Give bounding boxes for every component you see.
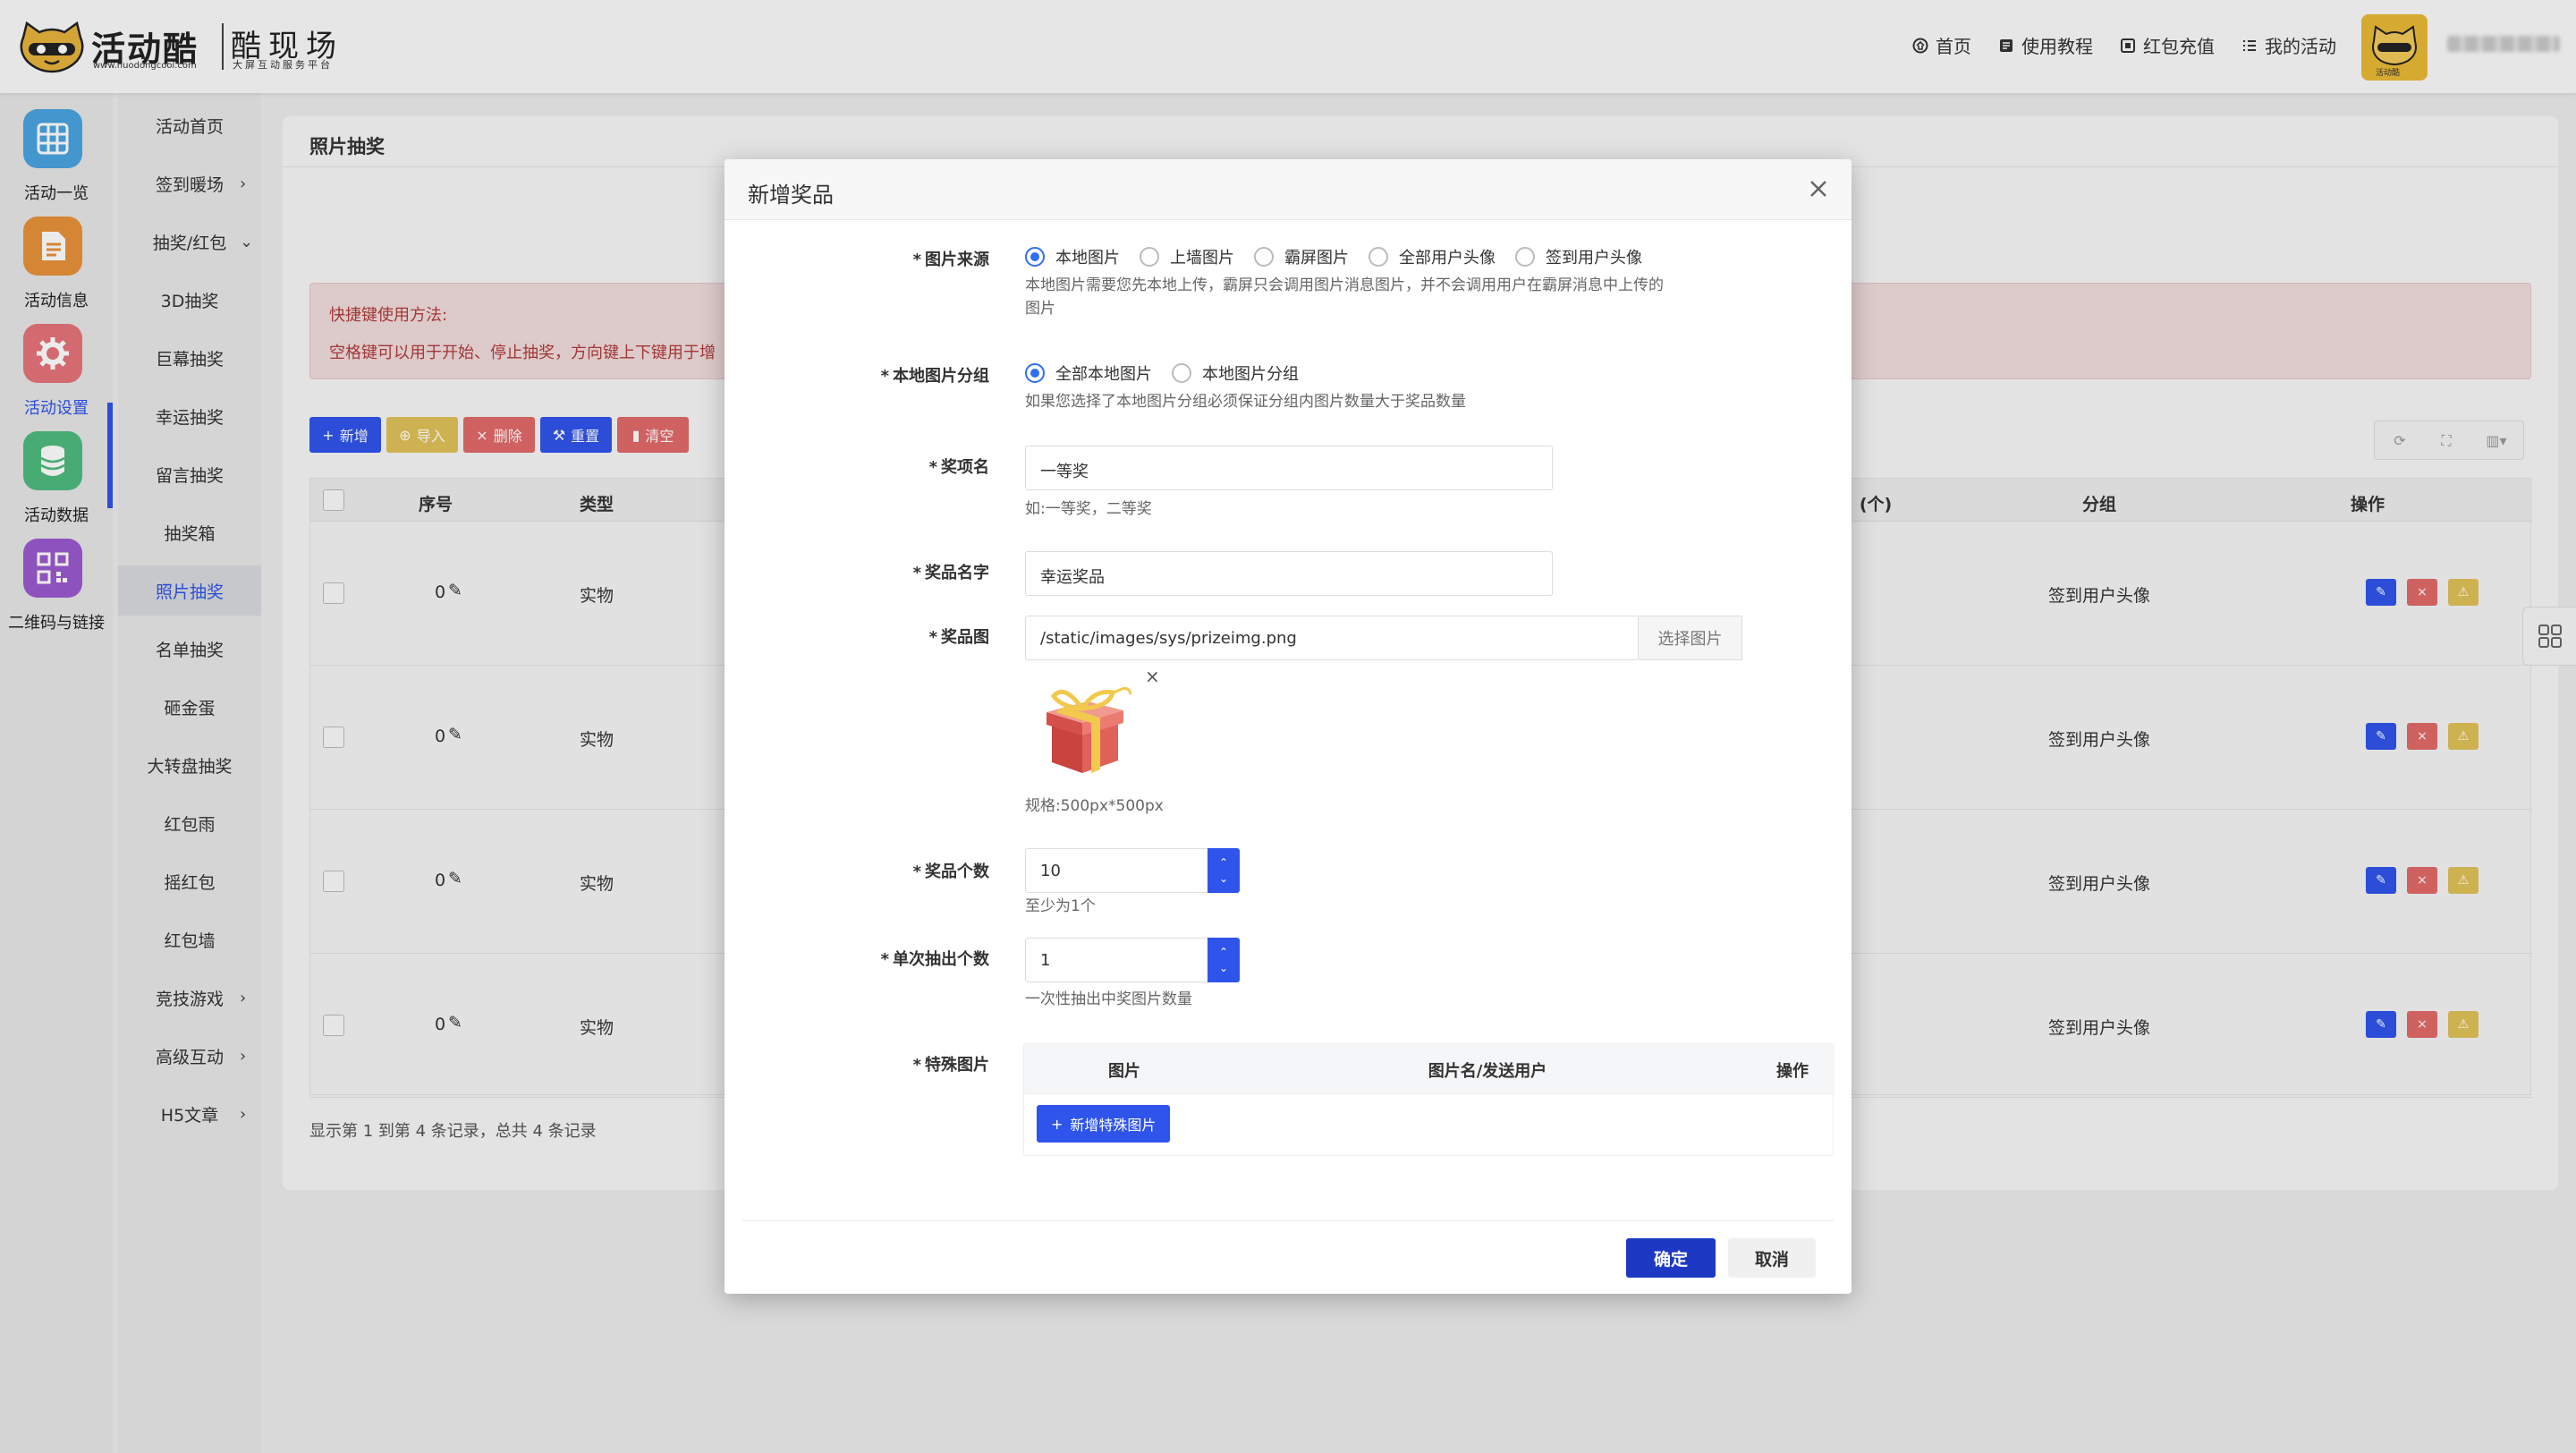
prize-count-stepper[interactable]: ⌃ ⌄ (1208, 848, 1240, 893)
group-help: 如果您选择了本地图片分组必须保证分组内图片数量大于奖品数量 (1025, 393, 1466, 411)
prize-count-input[interactable]: 10 (1025, 848, 1211, 893)
chevron-down-icon[interactable]: ⌄ (1219, 960, 1228, 976)
group-radio-group[interactable]: 本地图片分组 (1172, 361, 1299, 385)
chevron-up-icon[interactable]: ⌃ (1219, 854, 1228, 871)
draw-count-help: 一次性抽出中奖图片数量 (1025, 990, 1192, 1008)
radio-label: 签到用户头像 (1546, 249, 1642, 268)
image-spec: 规格:500px*500px (1025, 797, 1164, 815)
source-radio-all-avatars[interactable]: 全部用户头像 (1368, 245, 1496, 268)
prize-level-help: 如:一等奖，二等奖 (1025, 500, 1152, 518)
plus-icon: + (1051, 1115, 1063, 1133)
radio-checked-icon (1025, 247, 1045, 267)
prize-image-path-input[interactable]: /static/images/sys/prizeimg.png (1025, 616, 1639, 660)
prize-level-label: * 奖项名 (928, 458, 989, 477)
source-radio-barrage[interactable]: 霸屏图片 (1254, 245, 1349, 268)
prize-name-input[interactable]: 幸运奖品 (1025, 551, 1553, 596)
draw-count-input[interactable]: 1 (1025, 938, 1211, 982)
special-images-label: * 特殊图片 (912, 1056, 989, 1075)
chevron-down-icon[interactable]: ⌄ (1219, 871, 1228, 887)
special-col-image: 图片 (1108, 1062, 1140, 1081)
add-special-label: 新增特殊图片 (1070, 1117, 1157, 1134)
radio-unchecked-icon (1368, 247, 1388, 267)
source-label: * 图片来源 (912, 251, 989, 269)
radio-label: 本地图片分组 (1202, 365, 1299, 384)
choose-image-button[interactable]: 选择图片 (1639, 616, 1742, 660)
add-special-image-button[interactable]: + 新增特殊图片 (1037, 1105, 1171, 1143)
source-radio-checkin-avatars[interactable]: 签到用户头像 (1515, 245, 1642, 268)
chevron-up-icon[interactable]: ⌃ (1219, 944, 1228, 960)
radio-label: 全部本地图片 (1055, 365, 1152, 384)
prize-count-label: * 奖品个数 (912, 862, 989, 881)
radio-unchecked-icon (1254, 247, 1274, 267)
group-radio-all[interactable]: 全部本地图片 (1025, 361, 1152, 385)
dialog-footer-divider (742, 1220, 1834, 1221)
remove-image-icon[interactable]: × (1145, 666, 1160, 687)
source-radio-wall[interactable]: 上墙图片 (1140, 245, 1234, 268)
dialog-title: 新增奖品 (748, 183, 834, 208)
close-icon[interactable] (1805, 175, 1832, 202)
draw-count-stepper[interactable]: ⌃ ⌄ (1208, 938, 1240, 982)
special-col-actions: 操作 (1776, 1062, 1809, 1081)
dialog-header: 新增奖品 (724, 159, 1852, 220)
radio-unchecked-icon (1515, 247, 1535, 267)
confirm-button[interactable]: 确定 (1626, 1238, 1716, 1278)
draw-count-label: * 单次抽出个数 (880, 950, 989, 969)
source-help-2: 图片 (1025, 300, 1055, 318)
radio-unchecked-icon (1172, 363, 1191, 383)
prize-level-input[interactable]: 一等奖 (1025, 446, 1553, 490)
special-images-table: 图片 图片名/发送用户 操作 + 新增特殊图片 (1023, 1043, 1835, 1156)
special-table-header: 图片 图片名/发送用户 操作 (1024, 1044, 1835, 1094)
radio-unchecked-icon (1140, 247, 1159, 267)
prize-name-label: * 奖品名字 (912, 564, 989, 582)
radio-label: 上墙图片 (1170, 249, 1234, 268)
source-radio-group: 本地图片 上墙图片 霸屏图片 全部用户头像 签到用户头像 (1025, 245, 1662, 268)
radio-checked-icon (1025, 363, 1045, 383)
prize-count-help: 至少为1个 (1025, 897, 1096, 915)
group-radio-group: 全部本地图片 本地图片分组 (1025, 361, 1318, 385)
radio-label: 全部用户头像 (1399, 249, 1496, 268)
source-radio-local[interactable]: 本地图片 (1025, 245, 1120, 268)
cancel-button[interactable]: 取消 (1728, 1238, 1816, 1278)
radio-label: 霸屏图片 (1284, 249, 1349, 268)
gift-box-image (1046, 687, 1132, 773)
source-help: 本地图片需要您先本地上传，霸屏只会调用图片消息图片，并不会调用用户在霸屏消息中上… (1025, 276, 1664, 294)
group-label: * 本地图片分组 (880, 367, 989, 386)
radio-label: 本地图片 (1055, 249, 1120, 268)
prize-image-label: * 奖品图 (928, 628, 989, 647)
special-col-name: 图片名/发送用户 (1428, 1062, 1547, 1081)
